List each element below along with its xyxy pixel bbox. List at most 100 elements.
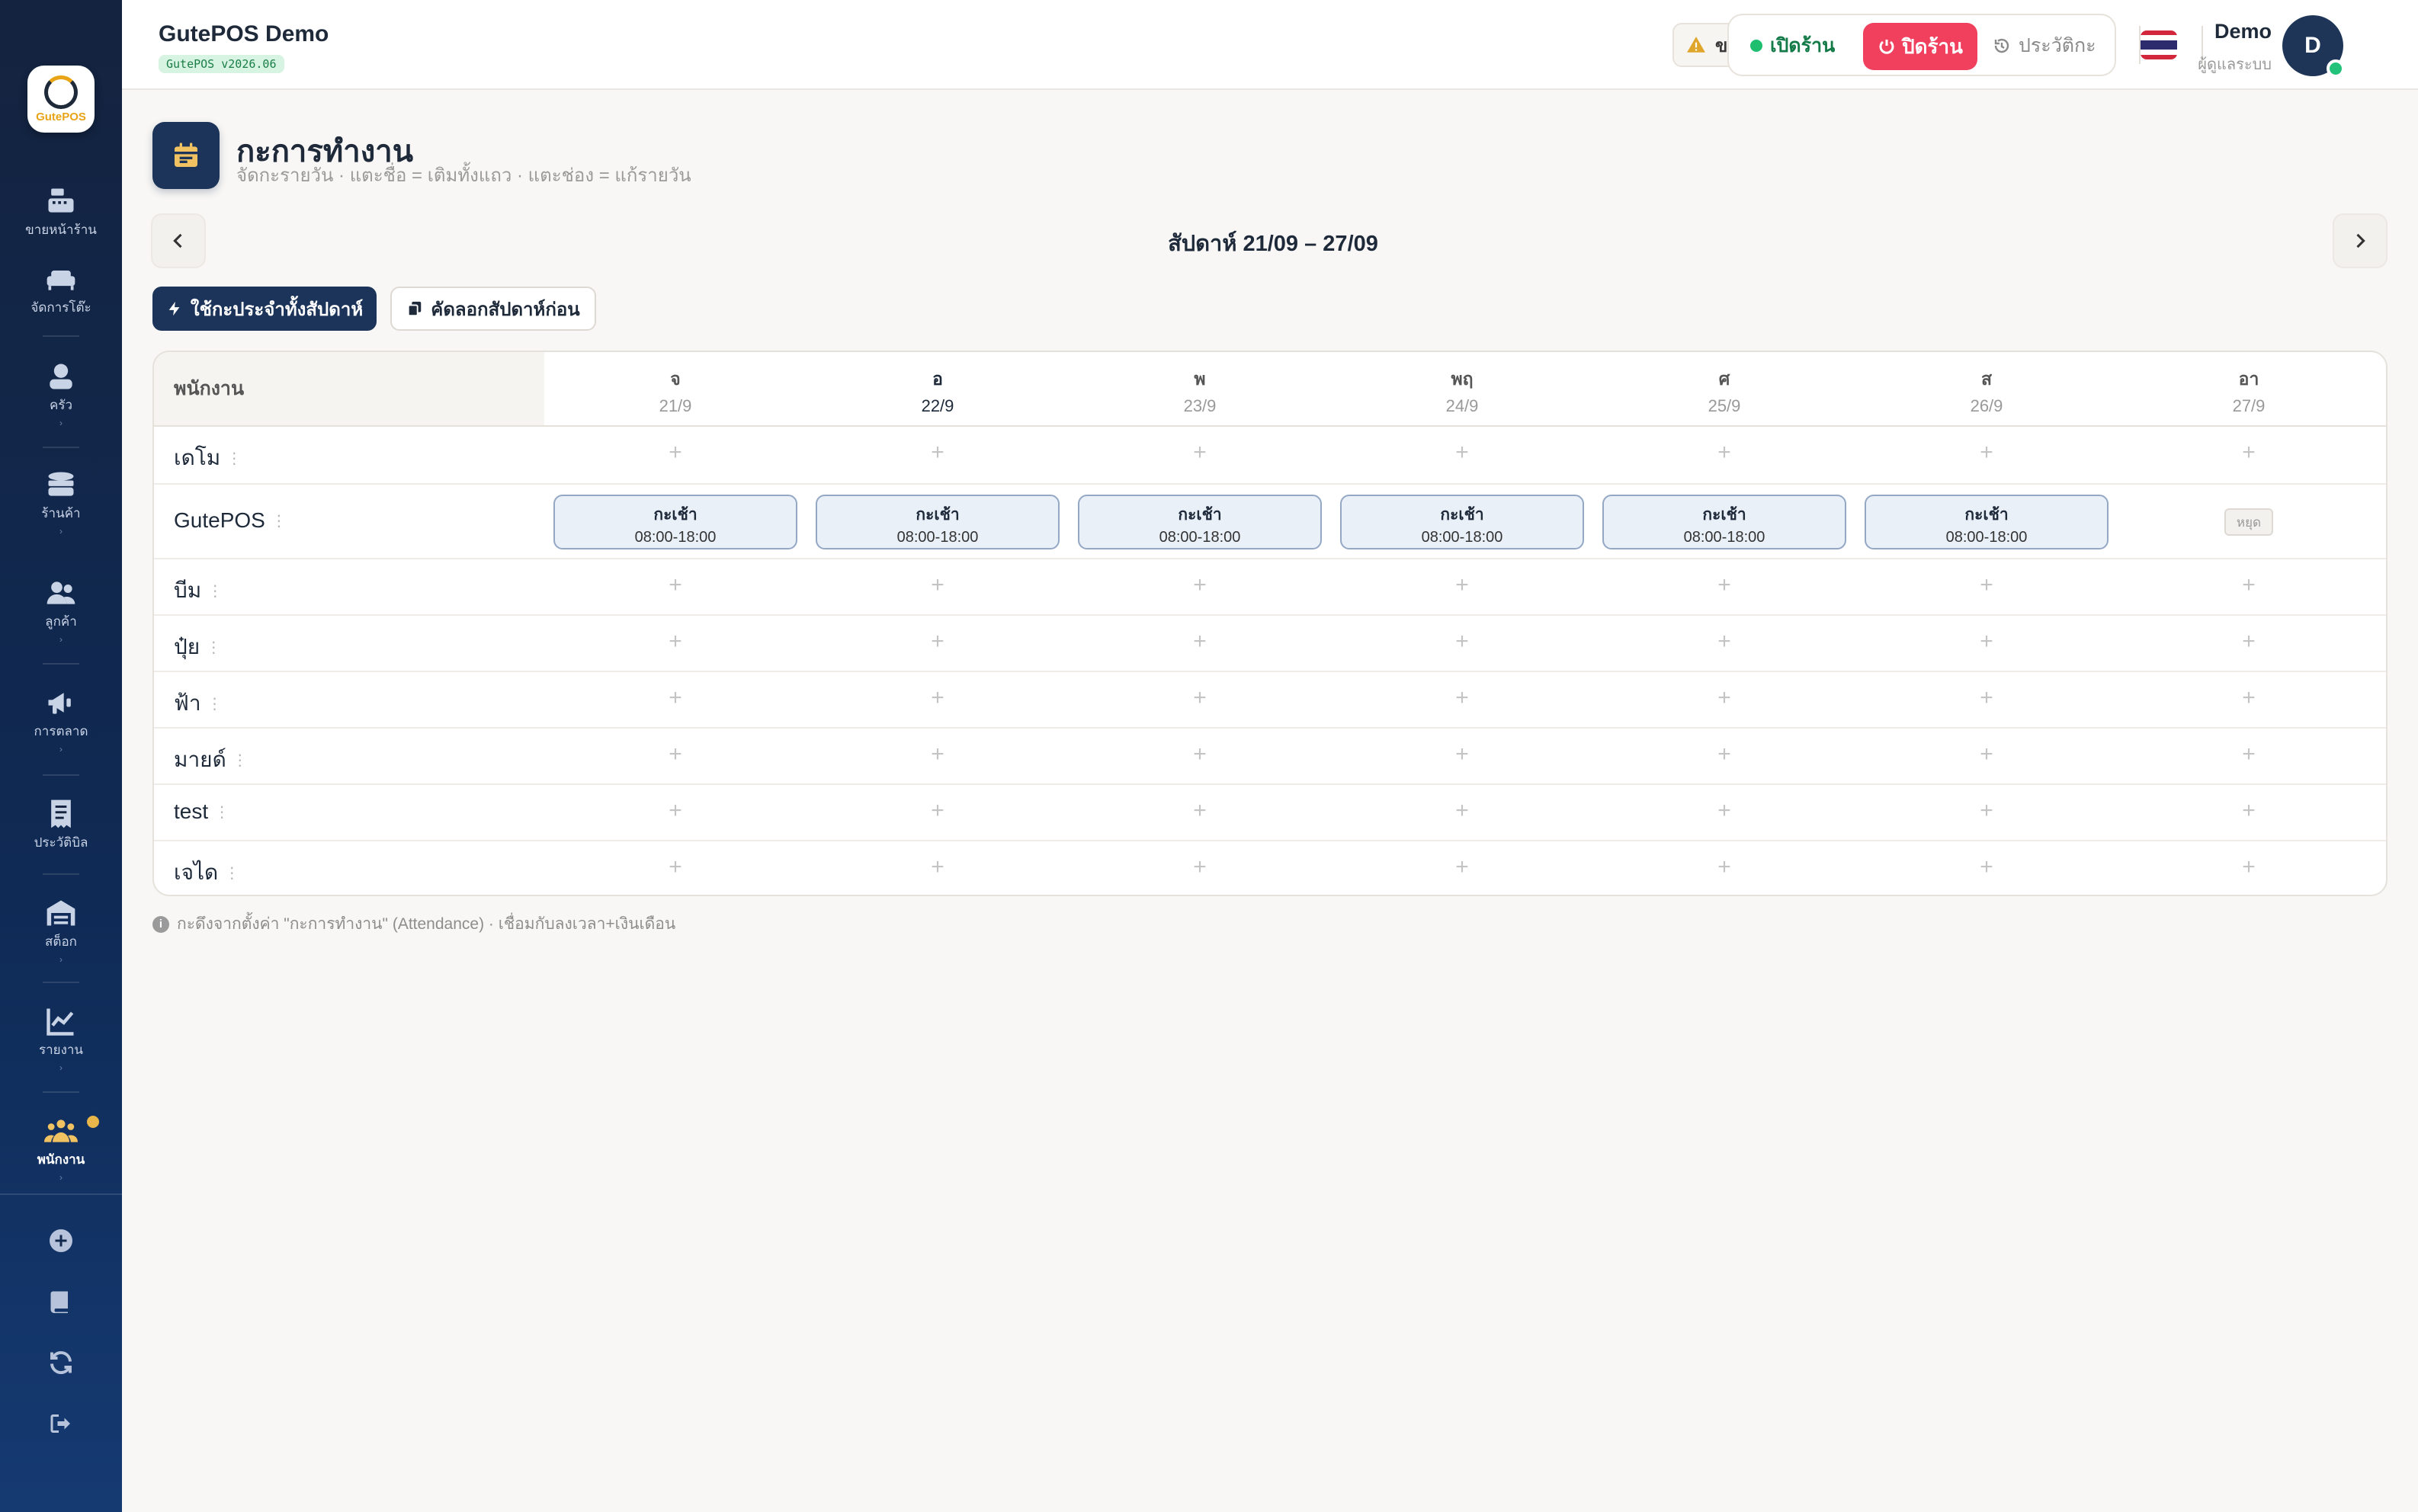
sidebar-item-marketing[interactable]: การตลาด › — [0, 686, 122, 754]
day-date: 23/9 — [1183, 396, 1217, 415]
shift-history-button[interactable]: ประวัติกะ — [1993, 26, 2096, 66]
table-row: test ⋮ + + + + + + + — [154, 783, 2386, 840]
employee-name-button[interactable]: เดโม ⋮ — [174, 441, 242, 475]
add-shift-cell[interactable]: + — [1855, 572, 2118, 598]
employee-name-button[interactable]: ปุ๋ย ⋮ — [174, 630, 221, 664]
logout-button[interactable] — [0, 1410, 122, 1437]
day-off-badge[interactable]: หยุด — [2224, 508, 2273, 536]
day-column-header: อ 22/9 — [807, 352, 1069, 425]
sidebar-item-store[interactable]: ร้านค้า › — [0, 468, 122, 536]
open-shop-button[interactable]: เปิดร้าน — [1740, 26, 1846, 66]
sidebar-item-staff[interactable]: พนักงาน › — [0, 1114, 122, 1182]
add-shift-cell[interactable]: + — [1331, 572, 1593, 598]
add-shift-cell[interactable]: + — [1331, 440, 1593, 466]
add-shift-cell[interactable]: + — [1593, 629, 1855, 655]
employee-name-button[interactable]: test ⋮ — [174, 799, 229, 824]
add-shift-cell[interactable]: + — [1855, 854, 2118, 880]
add-shift-cell[interactable]: + — [544, 685, 807, 711]
add-shift-cell[interactable]: + — [807, 742, 1069, 767]
add-shift-cell[interactable]: + — [807, 854, 1069, 880]
app-logo[interactable]: GutePOS — [27, 66, 95, 133]
manual-button[interactable] — [0, 1288, 122, 1315]
calendar-icon — [152, 122, 220, 189]
table-row: บีม ⋮ + + + + + + + — [154, 558, 2386, 614]
add-shift-cell[interactable]: + — [1331, 798, 1593, 824]
copy-icon — [408, 301, 422, 317]
day-date: 21/9 — [659, 396, 692, 415]
shift-cell[interactable]: กะเช้า 08:00-18:00 — [1078, 495, 1322, 549]
add-shift-cell[interactable]: + — [2118, 440, 2380, 466]
add-shift-cell[interactable]: + — [1593, 685, 1855, 711]
add-shift-cell[interactable]: + — [1331, 854, 1593, 880]
add-shift-cell[interactable]: + — [807, 685, 1069, 711]
add-shift-cell[interactable]: + — [544, 798, 807, 824]
sidebar-item-label: พนักงาน — [37, 1152, 85, 1167]
add-shift-cell[interactable]: + — [1593, 572, 1855, 598]
sidebar-item-kitchen[interactable]: ครัว › — [0, 360, 122, 428]
employee-name-button[interactable]: บีม ⋮ — [174, 574, 223, 607]
page-subtitle: จัดกะรายวัน · แตะชื่อ = เติมทั้งแถว · แต… — [236, 165, 691, 186]
sidebar-item-customers[interactable]: ลูกค้า › — [0, 576, 122, 644]
add-shift-cell[interactable]: + — [807, 798, 1069, 824]
add-shift-cell[interactable]: + — [1331, 742, 1593, 767]
sidebar-item-bills[interactable]: ประวัติบิล — [0, 797, 122, 853]
shift-cell[interactable]: กะเช้า 08:00-18:00 — [553, 495, 797, 549]
add-shift-cell[interactable]: + — [544, 629, 807, 655]
add-shift-cell[interactable]: + — [544, 854, 807, 880]
apply-default-shifts-button[interactable]: ใช้กะประจำทั้งสัปดาห์ — [152, 287, 377, 331]
add-shift-cell[interactable]: + — [2118, 629, 2380, 655]
add-shift-cell[interactable]: + — [1331, 629, 1593, 655]
shift-cell[interactable]: กะเช้า 08:00-18:00 — [1340, 495, 1584, 549]
add-shift-cell[interactable]: + — [1069, 798, 1331, 824]
add-shift-cell[interactable]: + — [1593, 798, 1855, 824]
add-shift-cell[interactable]: + — [1855, 798, 2118, 824]
prev-week-button[interactable] — [151, 213, 206, 268]
add-shift-cell[interactable]: + — [2118, 572, 2380, 598]
week-label: สัปดาห์ 21/09 – 27/09 — [1168, 232, 1378, 256]
shift-cell[interactable]: กะเช้า 08:00-18:00 — [816, 495, 1060, 549]
shift-name: กะเช้า — [1964, 506, 2009, 524]
next-week-button[interactable] — [2333, 213, 2388, 268]
add-shift-cell[interactable]: + — [2118, 854, 2380, 880]
shift-history-label: ประวัติกะ — [2019, 35, 2096, 56]
add-shift-cell[interactable]: + — [1855, 440, 2118, 466]
sidebar-item-tables[interactable]: จัดการโต๊ะ — [0, 262, 122, 318]
copy-previous-week-button[interactable]: คัดลอกสัปดาห์ก่อน — [390, 287, 596, 331]
add-shift-cell[interactable]: + — [1855, 685, 2118, 711]
employee-name-button[interactable]: GutePOS ⋮ — [174, 508, 287, 533]
add-shift-cell[interactable]: + — [2118, 742, 2380, 767]
add-shift-cell[interactable]: + — [1593, 854, 1855, 880]
add-shift-cell[interactable]: + — [1069, 742, 1331, 767]
add-shift-cell[interactable]: + — [1069, 629, 1331, 655]
add-shift-cell[interactable]: + — [807, 440, 1069, 466]
add-shift-cell[interactable]: + — [1593, 742, 1855, 767]
employee-name-button[interactable]: มายด์ ⋮ — [174, 743, 248, 777]
add-shift-cell[interactable]: + — [1069, 440, 1331, 466]
employee-name-button[interactable]: ฟ้า ⋮ — [174, 687, 223, 720]
add-shift-cell[interactable]: + — [544, 572, 807, 598]
add-shift-cell[interactable]: + — [1069, 685, 1331, 711]
add-shift-cell[interactable]: + — [807, 629, 1069, 655]
sidebar-item-reports[interactable]: รายงาน › — [0, 1004, 122, 1072]
sidebar-item-label: จัดการโต๊ะ — [30, 300, 91, 315]
shift-cell[interactable]: กะเช้า 08:00-18:00 — [1602, 495, 1846, 549]
add-shift-cell[interactable]: + — [1593, 440, 1855, 466]
add-shift-cell[interactable]: + — [1855, 629, 2118, 655]
add-shift-cell[interactable]: + — [807, 572, 1069, 598]
sidebar-item-pos[interactable]: ขายหน้าร้าน — [0, 184, 122, 240]
add-shift-cell[interactable]: + — [1855, 742, 2118, 767]
add-shift-cell[interactable]: + — [544, 742, 807, 767]
add-shift-cell[interactable]: + — [2118, 685, 2380, 711]
add-shift-cell[interactable]: + — [1069, 854, 1331, 880]
add-shift-cell[interactable]: + — [1069, 572, 1331, 598]
employee-name-button[interactable]: เจได ⋮ — [174, 856, 239, 889]
shift-cell[interactable]: กะเช้า 08:00-18:00 — [1865, 495, 2109, 549]
sync-button[interactable] — [0, 1349, 122, 1376]
add-button[interactable] — [0, 1227, 122, 1254]
plus-circle-icon — [50, 1229, 72, 1252]
add-shift-cell[interactable]: + — [544, 440, 807, 466]
close-shop-button[interactable]: ปิดร้าน — [1863, 23, 1977, 70]
add-shift-cell[interactable]: + — [1331, 685, 1593, 711]
add-shift-cell[interactable]: + — [2118, 798, 2380, 824]
sidebar-item-stock[interactable]: สต็อก › — [0, 896, 122, 964]
